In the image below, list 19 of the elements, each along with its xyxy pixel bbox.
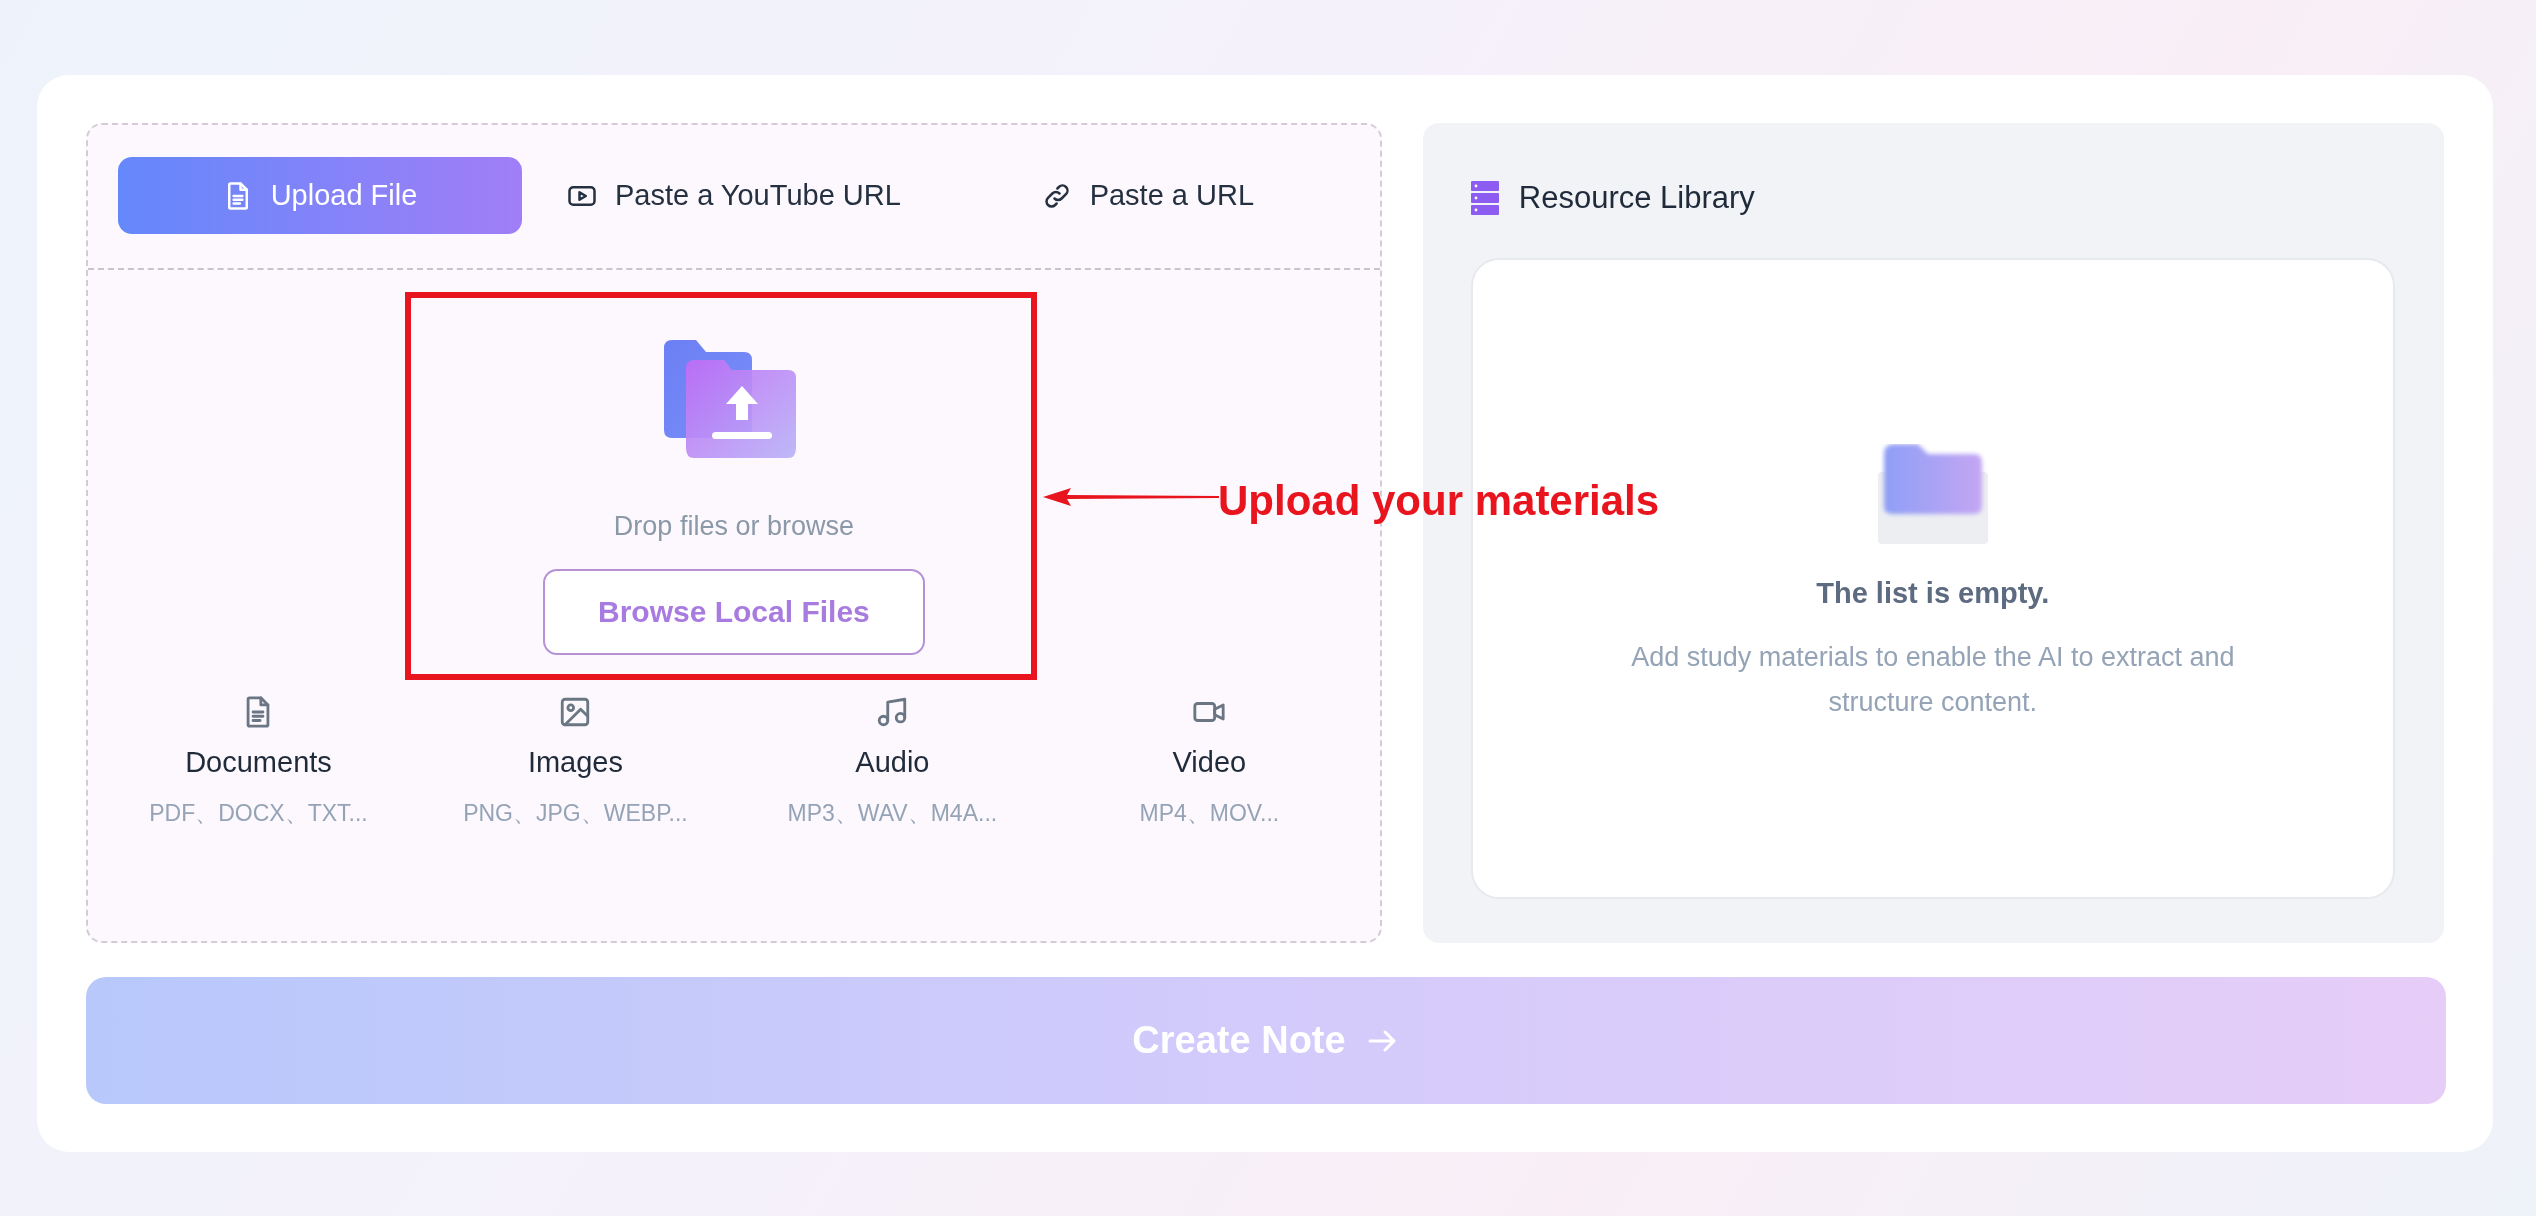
folder-icon [1877,443,1988,544]
library-title: Resource Library [1518,179,1755,217]
file-formats: MP4、MOV... [1139,799,1280,828]
browse-button[interactable]: Browse Local Files [542,568,925,655]
file-formats: PDF、DOCX、TXT... [149,799,368,828]
file-type-label: Video [1172,744,1247,780]
file-type-label: Documents [185,744,332,780]
source-tab[interactable]: Paste a URL [945,157,1350,234]
empty-state-title: The list is empty. [1816,575,2050,611]
server-icon [1470,181,1499,216]
source-tab[interactable]: Upload File [118,157,522,234]
source-tab[interactable]: Paste a YouTube URL [531,157,936,234]
drop-hint: Drop files or browse [613,510,854,543]
empty-state-description: Add study materials to enable the AI to extract and structure content. [1630,641,2236,719]
file-type-label: Images [527,744,623,780]
file-formats: PNG、JPG、WEBP... [463,799,688,828]
annotation-label: Upload your materials [1218,476,1660,526]
file-type-label: Audio [855,744,930,780]
file-formats: MP3、WAV、M4A... [787,799,998,828]
